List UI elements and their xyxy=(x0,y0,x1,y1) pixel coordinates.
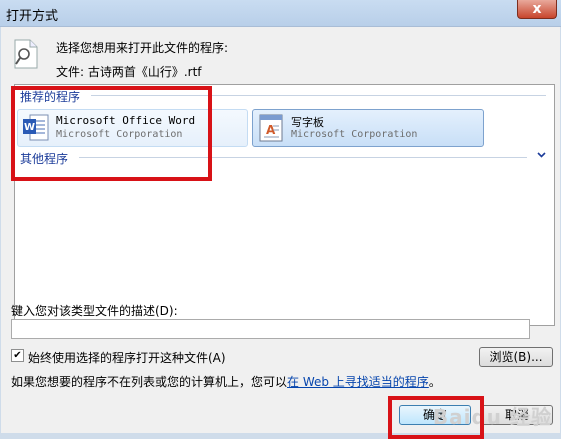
close-button[interactable]: x xyxy=(517,0,557,19)
prompt-text: 选择您想用来打开此文件的程序: xyxy=(56,41,229,55)
group-divider xyxy=(91,95,546,96)
program-company: Microsoft Corporation xyxy=(291,129,418,140)
wordpad-icon: A xyxy=(257,113,285,143)
program-company: Microsoft Corporation xyxy=(56,129,183,140)
program-name: Microsoft Office Word xyxy=(56,114,196,127)
always-use-checkbox[interactable]: ✔ xyxy=(11,349,24,362)
other-programs-header[interactable]: 其他程序 xyxy=(20,150,68,166)
info-text: 如果您想要的程序不在列表或您的计算机上，您可以在 Web 上寻找适当的程序。 xyxy=(11,373,441,390)
program-list[interactable]: 推荐的程序 W Microsoft Office Word Microsoft … xyxy=(14,84,555,326)
title-bar: 打开方式 x xyxy=(0,0,561,27)
file-name: 文件: 古诗两首《山行》.rtf xyxy=(56,65,202,79)
word-icon: W xyxy=(22,113,50,143)
always-use-label: 始终使用选择的程序打开这种文件(A) xyxy=(28,351,226,365)
info-suffix: 。 xyxy=(428,375,441,389)
info-prefix: 如果您想要的程序不在列表或您的计算机上，您可以 xyxy=(11,375,288,389)
file-search-icon xyxy=(13,39,39,69)
watermark: Baidu 经验 xyxy=(432,405,552,429)
program-name: 写字板 xyxy=(291,116,324,129)
group-divider xyxy=(79,157,527,158)
window-title: 打开方式 xyxy=(6,9,59,24)
program-wordpad[interactable]: A 写字板 Microsoft Corporation xyxy=(252,109,484,147)
browse-button[interactable]: 浏览(B)... xyxy=(479,347,553,367)
web-search-link[interactable]: 在 Web 上寻找适当的程序 xyxy=(287,375,429,389)
description-label: 键入您对该类型文件的描述(D): xyxy=(11,304,178,318)
svg-text:W: W xyxy=(24,122,35,133)
description-input[interactable] xyxy=(11,319,530,339)
chevron-down-icon[interactable] xyxy=(537,150,546,161)
program-word[interactable]: W Microsoft Office Word Microsoft Corpor… xyxy=(17,109,248,147)
recommended-programs-header: 推荐的程序 xyxy=(20,90,81,104)
dialog-body: 选择您想用来打开此文件的程序: 文件: 古诗两首《山行》.rtf 推荐的程序 W… xyxy=(1,27,560,433)
